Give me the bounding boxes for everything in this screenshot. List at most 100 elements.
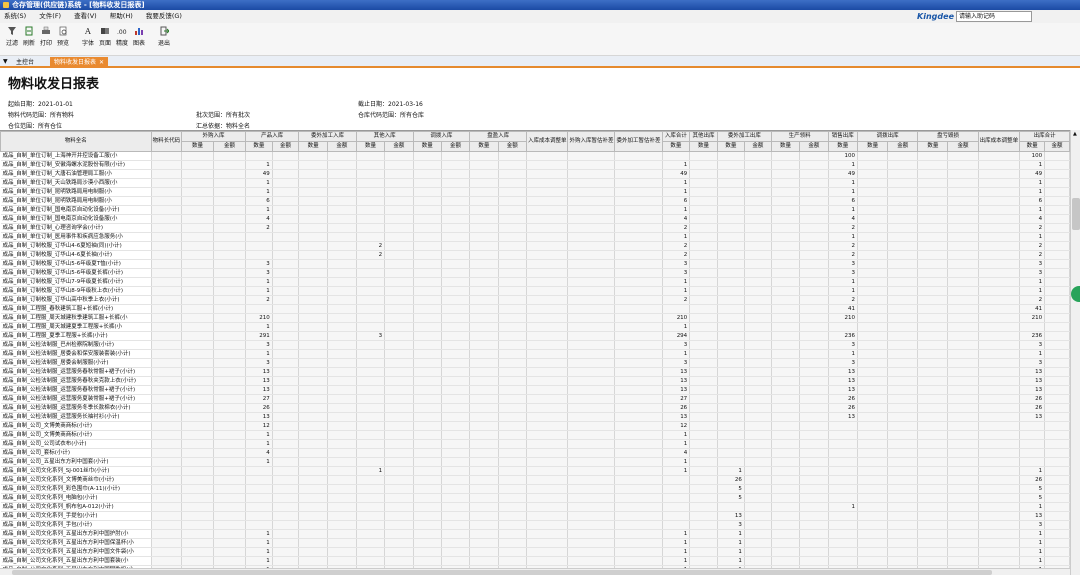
sub-column-header[interactable]: 金额 <box>743 141 772 152</box>
column-header[interactable]: 出库成本调整单 <box>977 131 1021 152</box>
table-row[interactable]: 成品_自制_公司_五星出东方利中国套(小计) 1 1 <box>0 457 1070 467</box>
chart-button[interactable]: 图表 <box>130 26 148 47</box>
sub-column-header[interactable]: 数量 <box>770 141 801 152</box>
scroll-thumb[interactable] <box>1072 198 1080 230</box>
column-header[interactable]: 销售出库 <box>827 131 859 142</box>
column-header[interactable]: 其他出库 <box>689 131 718 142</box>
exit-button[interactable]: 退出 <box>155 26 173 47</box>
table-row[interactable]: 成品_自制_单位订制_医用事件和疾病应急服务(小 1 1 1 <box>0 232 1070 242</box>
sub-column-header[interactable]: 数量 <box>917 141 949 152</box>
table-row[interactable]: 成品_自制_公司_文博美商商标(小计) 12 12 <box>0 421 1070 431</box>
sub-column-header[interactable]: 金额 <box>271 141 300 152</box>
table-row[interactable]: 成品_自制_订制校服_订华山8-9年级秋上衣(小计) 1 1 1 1 <box>0 286 1070 296</box>
sub-column-header[interactable]: 数量 <box>1019 141 1046 152</box>
floating-assistant-icon[interactable] <box>1071 286 1080 302</box>
sub-column-header[interactable]: 金额 <box>799 141 829 152</box>
table-row[interactable]: 成品_自制_单位订制_国电南京自动化设备服(小 4 4 4 4 <box>0 214 1070 224</box>
sub-column-header[interactable]: 金额 <box>327 141 357 152</box>
table-row[interactable]: 成品_自制_公检法制服_居委会和保安服装套装(小计) 1 1 1 1 <box>0 349 1070 359</box>
font-button[interactable]: A 字体 <box>79 26 97 47</box>
vertical-scrollbar[interactable]: ▲ <box>1070 130 1080 575</box>
table-row[interactable]: 成品_自制_公司文化系列_五星出东方利中国文件袋(小 1 1 1 1 <box>0 547 1070 557</box>
table-row[interactable]: 成品_自制_订制校服_订华山高中秋季上衣(小计) 2 2 2 2 <box>0 295 1070 305</box>
column-header[interactable]: 入库合计 <box>661 131 691 142</box>
table-row[interactable]: 成品_自制_公检法制服_运营服务冬季长款棉衣(小计) 26 26 26 26 <box>0 403 1070 413</box>
table-row[interactable]: 成品_自制_公检法制服_运营服务夏装常服+裙子(小计) 27 27 26 26 <box>0 394 1070 404</box>
table-row[interactable]: 成品_自制_单位订制_心理咨询学会(小计) 2 2 2 2 <box>0 223 1070 233</box>
filter-button[interactable]: 过滤 <box>3 26 21 47</box>
column-header[interactable]: 委外加工出库 <box>716 131 772 142</box>
table-row[interactable]: 成品_自制_工程服_周天城建夏季工程服+长裤(小 1 1 <box>0 322 1070 332</box>
table-row[interactable]: 成品_自制_订制校服_订华山4-6夏长袖(小计) 2 2 2 2 <box>0 250 1070 260</box>
table-row[interactable]: 成品_自制_订制校服_订华山7-9年级夏长裤(小计) 1 1 1 1 <box>0 277 1070 287</box>
table-row[interactable]: 成品_自制_单位订制_昆明铁路局用电制服(小 6 6 6 6 <box>0 196 1070 206</box>
table-row[interactable]: 成品_自制_公司文化系列_SJ-001丝巾(小计) 1 1 1 1 <box>0 466 1070 476</box>
help-search-input[interactable]: 请输入助记码 <box>956 11 1032 22</box>
table-row[interactable]: 成品_自制_单位订制_大唐石油管理局工服(小 49 49 49 49 <box>0 169 1070 179</box>
table-row[interactable]: 成品_自制_公司文化系列_五星出东方利中国护肘(小 1 1 1 1 <box>0 529 1070 539</box>
column-header[interactable]: 盘亏毁损 <box>917 131 979 142</box>
sub-column-header[interactable]: 数量 <box>661 141 691 152</box>
menu-view[interactable]: 查看(V) <box>74 12 97 20</box>
column-header[interactable]: 物料全名 <box>0 131 152 152</box>
table-row[interactable]: 成品_自制_公司_文博美商商标(小计) 1 1 <box>0 430 1070 440</box>
report-grid[interactable]: 物料全名 物料长代码 外购入库 产品入库 委外加工入库 其他入库 调拨入库 盘盈入库 入库成本调… <box>0 130 1070 568</box>
table-row[interactable]: 成品_自制_单位订制_安徽海螺水泥股份有限(小计) 1 1 1 1 <box>0 160 1070 170</box>
sub-column-header[interactable]: 金额 <box>1044 141 1070 152</box>
table-row[interactable]: 成品_自制_单位订制_国电南京自动化设备(小计) 1 1 1 1 <box>0 205 1070 215</box>
sub-column-header[interactable]: 金额 <box>947 141 979 152</box>
column-header[interactable]: 产品入库 <box>244 131 300 142</box>
column-header[interactable]: 其他入库 <box>355 131 414 142</box>
menu-system[interactable]: 系统(S) <box>4 12 26 20</box>
sub-column-header[interactable]: 金额 <box>384 141 414 152</box>
table-row[interactable]: 成品_自制_公司_套标(小计) 4 4 <box>0 448 1070 458</box>
sub-column-header[interactable]: 数量 <box>355 141 386 152</box>
sub-column-header[interactable]: 数量 <box>857 141 889 152</box>
table-row[interactable]: 成品_自制_单位订制_上海神开井控设备工服(小 100 100 <box>0 151 1070 161</box>
refresh-button[interactable]: 刷新 <box>20 26 38 47</box>
column-header[interactable]: 物料长代码 <box>150 131 183 152</box>
close-tab-icon[interactable]: ✕ <box>99 59 104 66</box>
table-row[interactable]: 成品_自制_工程服_春秋建筑工服+长裤(小计) 41 41 <box>0 304 1070 314</box>
column-header[interactable]: 出库合计 <box>1019 131 1070 142</box>
print-button[interactable]: 打印 <box>37 26 55 47</box>
column-header[interactable]: 盘盈入库 <box>469 131 527 142</box>
table-row[interactable]: 成品_自制_公检法制服_运营服务春秋夹克款上衣(小计) 13 13 13 13 <box>0 376 1070 386</box>
tab-home[interactable]: 主控台 <box>12 57 38 68</box>
column-header[interactable]: 入库成本调整单 <box>525 131 569 152</box>
column-header[interactable]: 委外加工入库 <box>298 131 357 142</box>
column-header[interactable]: 调拨出库 <box>857 131 919 142</box>
table-row[interactable]: 成品_自制_公司文化系列_帆布包A-012(小计) 1 1 <box>0 502 1070 512</box>
column-header[interactable]: 调拨入库 <box>412 131 471 142</box>
menu-feedback[interactable]: 我要反馈(G) <box>146 12 182 20</box>
table-row[interactable]: 成品_自制_公检法制服_巴州检察院制服(小计) 3 3 3 3 <box>0 340 1070 350</box>
sub-column-header[interactable]: 数量 <box>469 141 499 152</box>
table-row[interactable]: 成品_自制_工程服_周天城建秋季建筑工服+长裤(小 210 210 210 210 <box>0 313 1070 323</box>
tab-menu-arrow-icon[interactable]: ▼ <box>3 58 8 65</box>
table-row[interactable]: 成品_自制_公司文化系列_手包(小计) 3 3 <box>0 520 1070 530</box>
sub-column-header[interactable]: 金额 <box>213 141 246 152</box>
table-row[interactable]: 成品_自制_订制校服_订华山5-6年级夏T恤(小计) 3 3 3 3 <box>0 259 1070 269</box>
sub-column-header[interactable]: 数量 <box>244 141 273 152</box>
table-row[interactable]: 成品_自制_订制校服_订华山4-6夏短袖(同)(小计) 2 2 2 2 <box>0 241 1070 251</box>
hscroll-thumb[interactable] <box>12 570 992 575</box>
sub-column-header[interactable]: 数量 <box>298 141 329 152</box>
menu-help[interactable]: 帮助(H) <box>110 12 133 20</box>
sub-column-header[interactable]: 金额 <box>887 141 919 152</box>
horizontal-scrollbar[interactable] <box>0 568 1070 575</box>
column-header[interactable]: 生产领料 <box>770 131 829 142</box>
table-row[interactable]: 成品_自制_公司文化系列_五星出东方利中国保温杯(小 1 1 1 1 <box>0 538 1070 548</box>
tab-material-report[interactable]: 物料收发日报表 ✕ <box>50 57 109 68</box>
table-row[interactable]: 成品_自制_公检法制服_运营服务春秋常服+裙子(小计) 13 13 13 13 <box>0 385 1070 395</box>
column-header[interactable]: 外购入库暂估补差 <box>567 131 616 152</box>
page-button[interactable]: 页面 <box>96 26 114 47</box>
table-row[interactable]: 成品_自制_公检法制服_居委会制服服(小计) 3 3 3 3 <box>0 358 1070 368</box>
scroll-up-icon[interactable]: ▲ <box>1073 131 1077 137</box>
column-header[interactable]: 外购入库 <box>181 131 246 142</box>
precision-button[interactable]: .00 精度 <box>113 26 131 47</box>
table-row[interactable]: 成品_自制_单位订制_天山铁路局沙漠小西服(小 1 1 1 1 <box>0 178 1070 188</box>
column-header[interactable]: 委外加工暂估补差 <box>614 131 663 152</box>
sub-column-header[interactable]: 数量 <box>181 141 215 152</box>
table-row[interactable]: 成品_自制_公检法制服_运营服务长袖衬衫(小计) 13 13 13 13 <box>0 412 1070 422</box>
menu-file[interactable]: 文件(F) <box>39 12 61 20</box>
